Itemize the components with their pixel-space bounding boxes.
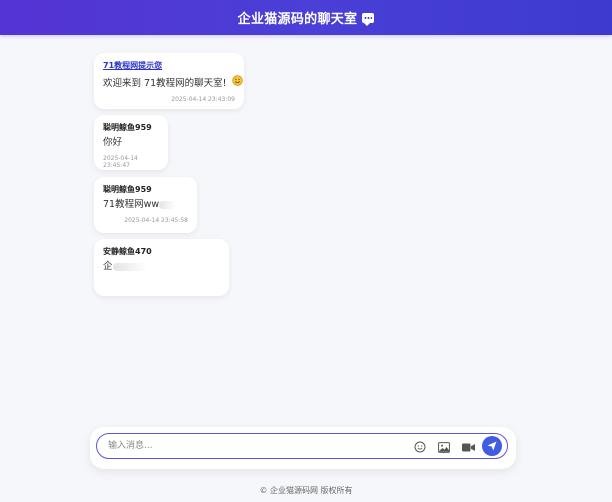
send-icon xyxy=(487,441,497,451)
message-text: 欢迎来到 71教程网的聊天室! xyxy=(103,78,227,89)
message-bubble: 聪明鲸鱼959 71教程网ww 2025-04-14 23:45:58 xyxy=(94,177,197,233)
page-title: 企业猫源码的聊天室 xyxy=(237,12,358,27)
text-fade xyxy=(159,200,176,209)
message-sender[interactable]: 71教程网提示您 xyxy=(103,60,235,71)
smiling-face-icon xyxy=(232,75,244,90)
text-fade xyxy=(112,262,147,271)
message-sender: 安静鲸鱼470 xyxy=(103,247,152,256)
emoji-icon[interactable] xyxy=(413,440,427,454)
chat-page: 企业猫源码的聊天室 71教程网提示您 欢迎来到 71教程网的聊天室! 2025-… xyxy=(0,0,612,502)
message-composer xyxy=(90,427,516,469)
image-icon[interactable] xyxy=(437,440,451,454)
message-text: 你好 xyxy=(103,137,123,148)
message-input-wrapper xyxy=(96,433,508,459)
message-text: 企 xyxy=(103,261,113,272)
message-input[interactable] xyxy=(106,440,400,452)
message-time: 2025-04-14 23:43:09 xyxy=(171,96,235,103)
message-time: 2025-04-14 23:45:47 xyxy=(103,155,138,169)
message-bubble: 聪明鲸鱼959 你好 2025-04-14 23:45:47 xyxy=(94,115,168,170)
message-sender: 聪明鲸鱼959 xyxy=(103,123,152,132)
send-button[interactable] xyxy=(482,436,502,456)
video-icon[interactable] xyxy=(461,440,475,454)
message-bubble: 安静鲸鱼470 企 xyxy=(94,239,229,296)
header-bar: 企业猫源码的聊天室 xyxy=(0,0,612,35)
message-sender: 聪明鲸鱼959 xyxy=(103,185,152,194)
message-time: 2025-04-14 23:45:58 xyxy=(124,217,188,224)
message-bubble: 71教程网提示您 欢迎来到 71教程网的聊天室! 2025-04-14 23:4… xyxy=(94,53,244,109)
message-text: 71教程网ww xyxy=(103,199,160,210)
chat-bubble-icon xyxy=(362,12,375,26)
footer-copyright: © 企业猫源码网 版权所有 xyxy=(259,486,353,495)
